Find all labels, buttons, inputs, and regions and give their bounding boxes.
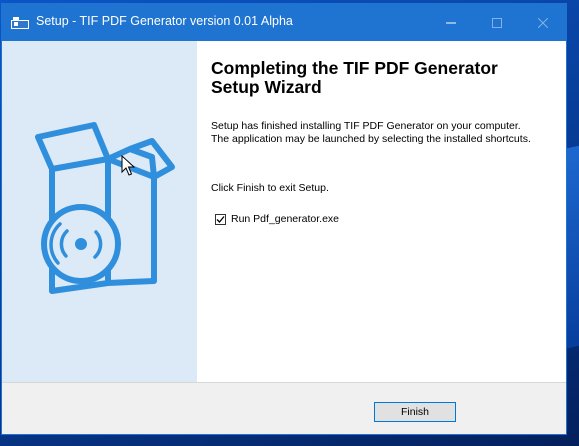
wizard-sidebar [2, 41, 197, 382]
wizard-content: Completing the TIF PDF Generator Setup W… [197, 41, 566, 382]
setup-window: Setup - TIF PDF Generator version 0.01 A… [1, 3, 567, 435]
run-program-option[interactable]: Run Pdf_generator.exe [215, 213, 339, 225]
wizard-footer: Finish [2, 382, 566, 434]
minimize-icon [446, 22, 456, 23]
software-box-with-disc-icon [35, 122, 175, 294]
run-program-label[interactable]: Run Pdf_generator.exe [231, 213, 339, 225]
installer-icon [11, 17, 29, 29]
minimize-button[interactable] [428, 4, 474, 41]
finish-button[interactable]: Finish [374, 402, 456, 422]
completion-description: Setup has finished installing TIF PDF Ge… [211, 120, 531, 145]
close-icon [538, 17, 548, 28]
maximize-button[interactable] [474, 4, 520, 41]
close-button[interactable] [520, 4, 566, 41]
title-bar[interactable]: Setup - TIF PDF Generator version 0.01 A… [2, 4, 566, 41]
maximize-icon [492, 17, 502, 28]
mouse-pointer-icon [121, 155, 135, 176]
run-program-checkbox[interactable] [215, 213, 226, 225]
finish-instruction: Click Finish to exit Setup. [211, 182, 329, 194]
checkmark-icon [216, 215, 225, 223]
window-title: Setup - TIF PDF Generator version 0.01 A… [36, 14, 293, 28]
wizard-heading: Completing the TIF PDF Generator Setup W… [211, 58, 498, 97]
